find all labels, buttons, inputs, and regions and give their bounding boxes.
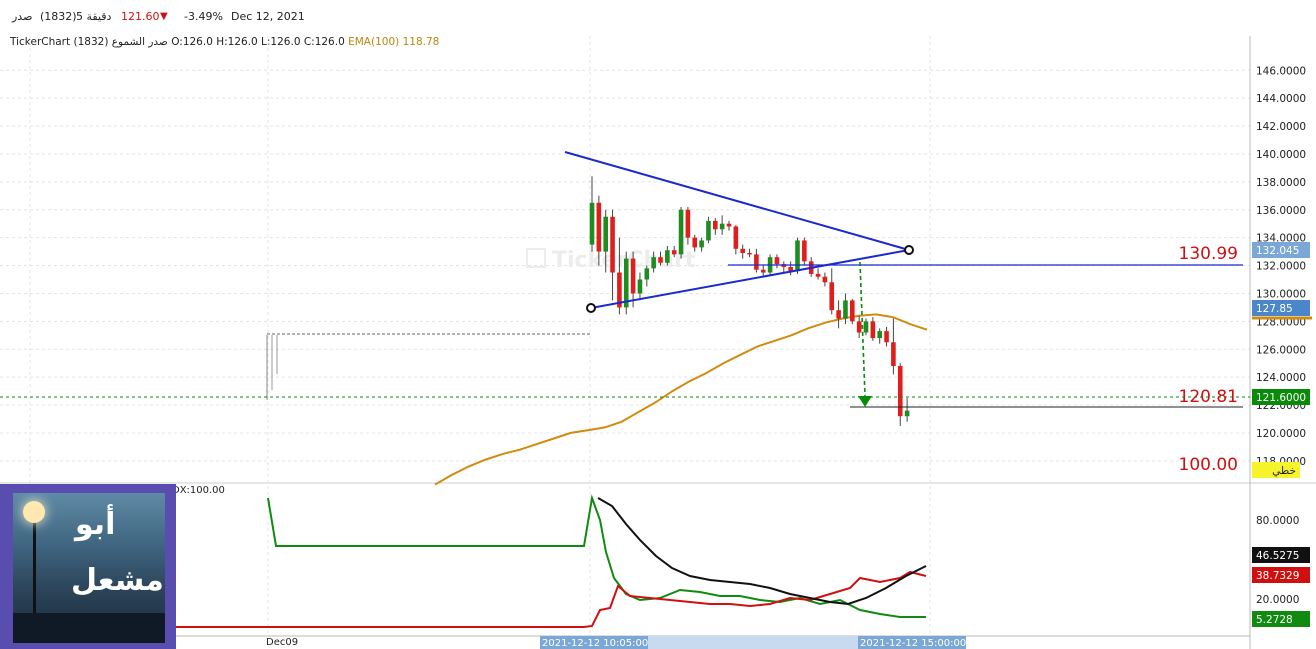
level-label-100: 100.00 [1179,455,1238,475]
candle-down[interactable] [726,223,732,227]
candle-up[interactable] [863,321,869,333]
time-label-day: Dec09 [266,637,298,648]
candle-up[interactable] [651,257,656,269]
price-tick: 120.0000 [1256,428,1306,440]
candle-down[interactable] [870,321,876,339]
price-tick: 138.0000 [1256,177,1306,189]
candle-down[interactable] [713,220,718,230]
candle-up[interactable] [877,331,882,339]
candle-down[interactable] [671,250,677,255]
price-chart[interactable]: TickerChart 130.99 120.81 100.00 146.000… [0,0,1316,649]
price-tick: 124.0000 [1256,372,1306,384]
logo-text-line1: أبو [75,507,116,542]
time-range-highlight[interactable] [648,636,860,649]
candle-down[interactable] [774,257,780,265]
candlestick-series[interactable] [589,176,910,426]
candle-down[interactable] [822,276,828,283]
lamp-light-icon [23,501,45,523]
candle-up[interactable] [678,209,684,255]
candle-up[interactable] [904,410,910,417]
candle-down[interactable] [802,240,807,262]
price-tag-2: 127.85 [1256,303,1293,315]
candle-down[interactable] [815,273,821,277]
candle-up[interactable] [719,223,725,230]
logo-image: أبو مشعل [13,493,165,643]
indicator-tick: 80.0000 [1256,515,1299,527]
candle-down[interactable] [610,216,615,273]
last-price-tag: 121.6000 [1256,392,1306,404]
indicator-tag-red: 38.7329 [1256,570,1299,582]
candle-down[interactable] [740,248,745,253]
time-label-end: 2021-12-12 15:00:00 [860,638,966,649]
price-tick: 126.0000 [1256,344,1306,356]
trendline-handle[interactable] [586,303,596,313]
price-tick: 130.0000 [1256,288,1306,300]
candle-down[interactable] [850,300,855,322]
price-tick: 144.0000 [1256,93,1306,105]
candle-down[interactable] [884,331,889,343]
channel-logo: أبو مشعل [0,484,176,649]
candle-down[interactable] [856,321,862,333]
candle-down[interactable] [685,209,691,238]
candle-down[interactable] [596,202,602,252]
candle-up[interactable] [843,300,848,319]
price-tick: 140.0000 [1256,149,1306,161]
candle-down[interactable] [760,269,766,273]
candle-up[interactable] [603,216,608,252]
logo-text-line2: مشعل [71,563,164,598]
dmi-plus-line[interactable] [597,497,927,606]
level-label-low: 120.81 [1179,387,1238,407]
price-tick: 132.0000 [1256,261,1306,273]
indicator-tag-green: 5.2728 [1256,614,1293,626]
price-tag-1: 132.045 [1256,245,1299,257]
candle-down[interactable] [829,282,835,311]
candle-down[interactable] [836,310,841,319]
trendline-handle[interactable] [904,245,914,255]
watermark-icon [526,248,546,268]
scale-mode-label[interactable]: خطي [1272,465,1296,477]
candle-up[interactable] [589,202,595,245]
candle-down[interactable] [747,252,752,255]
candle-down[interactable] [897,365,903,417]
candle-down[interactable] [692,237,698,248]
candle-down[interactable] [891,342,896,366]
candle-up[interactable] [623,258,629,308]
price-tick: 136.0000 [1256,205,1306,217]
indicator-label: DX:100.00 [172,485,225,496]
candle-up[interactable] [699,240,704,248]
candle-down[interactable] [733,226,739,249]
candle-up[interactable] [795,240,800,272]
price-tick: 142.0000 [1256,121,1306,133]
dmi-adx-line[interactable] [267,494,926,618]
candle-down[interactable] [630,258,636,294]
ema-line[interactable] [434,313,928,486]
candle-up[interactable] [644,268,650,280]
indicator-tag-black: 46.5275 [1256,550,1299,562]
price-axis[interactable]: 146.0000 144.0000 142.0000 140.0000 138.0000… [1256,65,1306,468]
candle-up[interactable] [665,250,670,263]
time-label-start: 2021-12-12 10:05:00 [542,638,648,649]
price-tick: 146.0000 [1256,65,1306,77]
grid-lines [0,36,1250,636]
indicator-tick: 20.0000 [1256,594,1299,606]
level-label-high: 130.99 [1179,244,1238,264]
candle-up[interactable] [706,220,711,241]
city-skyline [13,613,165,643]
candle-down[interactable] [658,257,663,263]
candle-up[interactable] [637,279,643,294]
candle-down[interactable] [754,254,759,270]
